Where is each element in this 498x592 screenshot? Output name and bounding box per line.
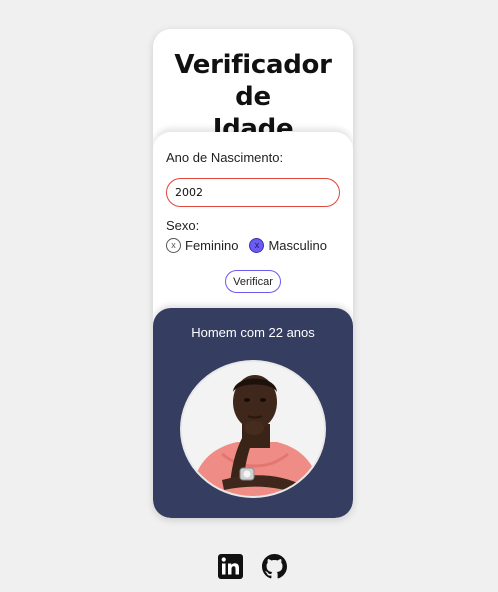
man-portrait-photo: [180, 360, 326, 498]
verify-button-wrapper: Verificar: [166, 270, 340, 293]
result-panel: Homem com 22 anos: [153, 308, 353, 518]
linkedin-icon[interactable]: [218, 554, 243, 579]
radio-checked-icon[interactable]: x: [249, 237, 265, 253]
page-title: Verificador de Idade: [153, 49, 353, 145]
sex-label: Sexo:: [166, 218, 200, 233]
portrait-illustration: [182, 362, 324, 496]
age-checker-card: Verificador de Idade Ano de Nascimento: …: [153, 29, 353, 518]
radio-masculino-label: Masculino: [268, 237, 327, 253]
card-header: Verificador de Idade: [153, 29, 353, 144]
birth-year-label: Ano de Nascimento:: [166, 150, 284, 165]
sex-radio-group: x Feminino x Masculino: [166, 237, 340, 253]
verify-button[interactable]: Verificar: [225, 270, 281, 293]
birth-year-input[interactable]: [166, 178, 340, 207]
result-text: Homem com 22 anos: [191, 325, 315, 340]
radio-feminino[interactable]: x Feminino: [166, 237, 239, 253]
social-links: [218, 554, 287, 579]
age-form: Ano de Nascimento: Sexo: x Feminino x Ma…: [153, 132, 353, 322]
radio-unchecked-icon[interactable]: x: [166, 237, 181, 253]
radio-feminino-label: Feminino: [185, 237, 239, 253]
github-icon[interactable]: [262, 554, 287, 579]
radio-masculino[interactable]: x Masculino: [249, 237, 327, 253]
page-title-line-1: Verificador de: [174, 50, 332, 112]
